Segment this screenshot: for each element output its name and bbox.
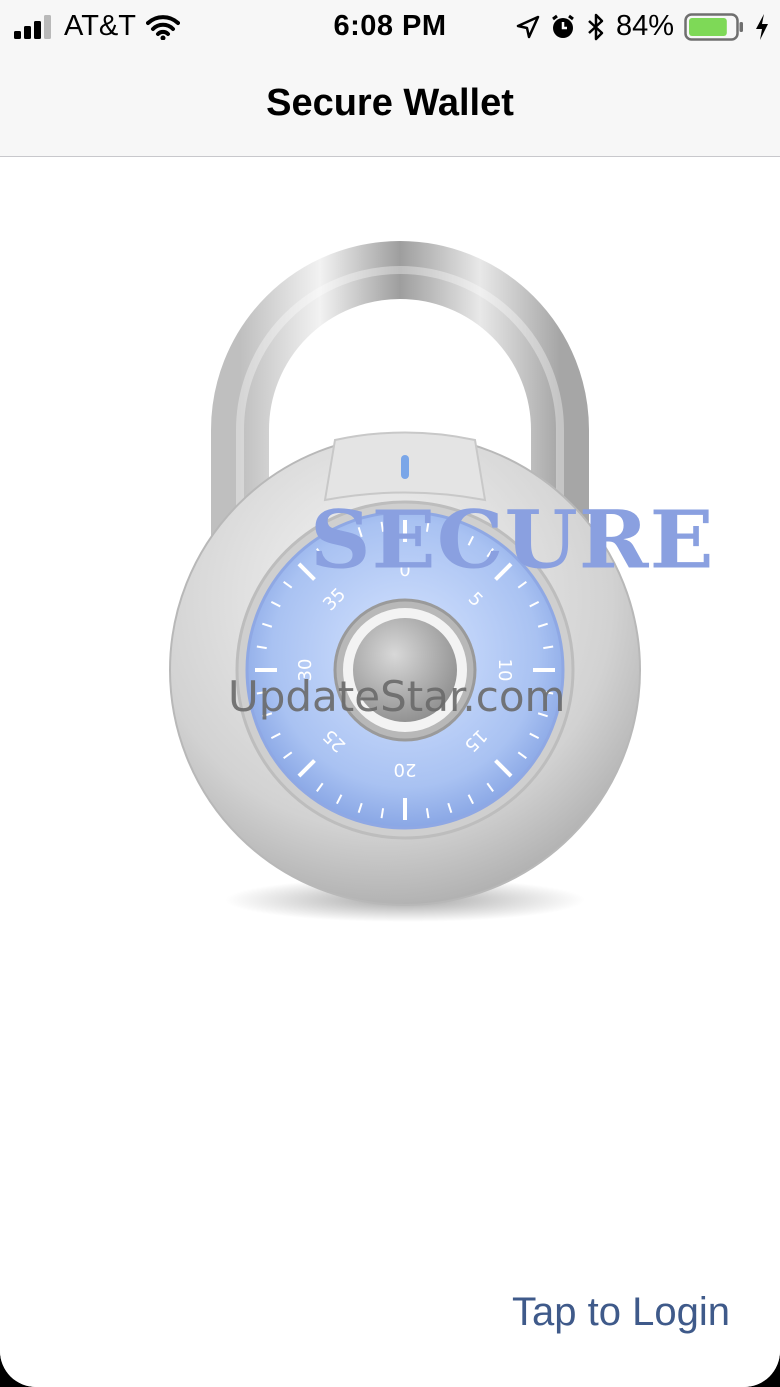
alarm-icon bbox=[552, 14, 574, 38]
app-screen: AT&T 6:08 PM 84% Secure Wallet 0 5 10 15… bbox=[0, 0, 780, 1387]
dial-number: 20 bbox=[394, 759, 417, 780]
status-right: 84% bbox=[516, 10, 770, 43]
battery-icon bbox=[684, 12, 743, 41]
page-title: Secure Wallet bbox=[266, 82, 514, 124]
tap-to-login-button[interactable]: Tap to Login bbox=[512, 1290, 730, 1335]
status-bar: AT&T 6:08 PM 84% bbox=[0, 0, 780, 52]
watermark-text: UpdateStar.com bbox=[228, 672, 566, 721]
location-icon bbox=[516, 15, 540, 38]
navigation-bar: Secure Wallet bbox=[0, 52, 780, 157]
charging-icon bbox=[756, 13, 768, 40]
battery-percent: 84% bbox=[615, 10, 674, 42]
secure-label: SECURE bbox=[310, 492, 715, 587]
bluetooth-icon bbox=[588, 13, 604, 40]
